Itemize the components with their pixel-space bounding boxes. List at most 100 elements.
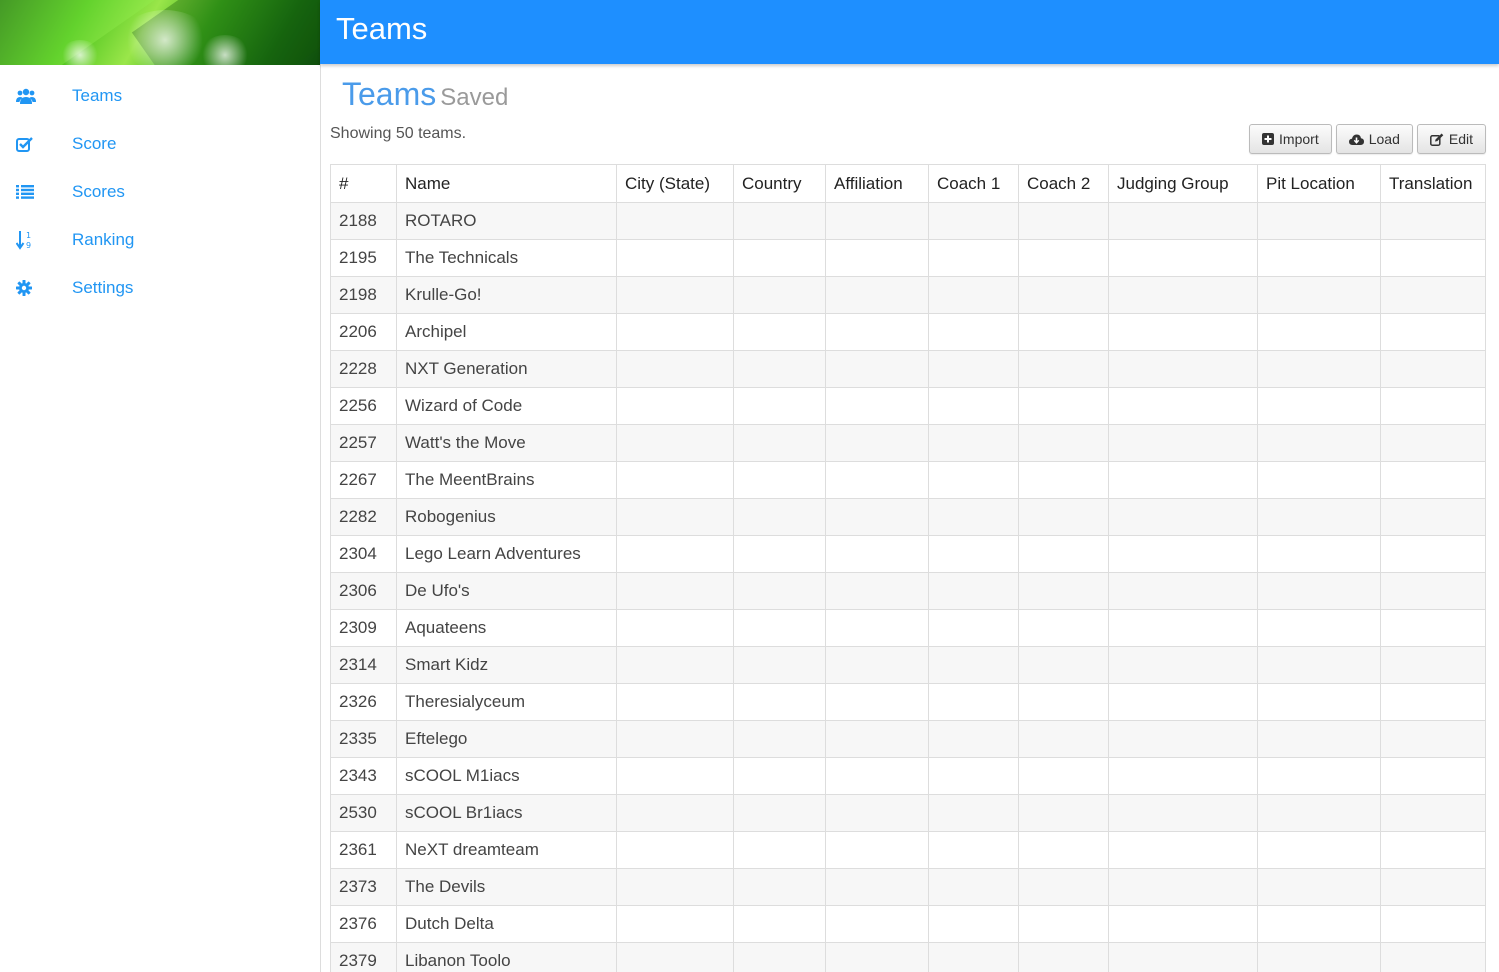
table-row[interactable]: 2206 Archipel bbox=[330, 313, 1486, 351]
table-cell bbox=[1108, 313, 1258, 351]
import-button[interactable]: Import bbox=[1249, 124, 1332, 154]
table-row[interactable]: 2376 Dutch Delta bbox=[330, 905, 1486, 943]
page-heading: Teams Saved bbox=[342, 76, 508, 113]
table-cell bbox=[928, 202, 1019, 240]
table-row[interactable]: 2335 Eftelego bbox=[330, 720, 1486, 758]
team-number-cell: 2314 bbox=[330, 646, 397, 684]
table-cell bbox=[1380, 461, 1486, 499]
table-cell bbox=[1018, 757, 1109, 795]
table-cell bbox=[928, 239, 1019, 277]
table-cell bbox=[1257, 535, 1381, 573]
column-header-pit-location: Pit Location bbox=[1257, 164, 1381, 203]
table-cell bbox=[1018, 387, 1109, 425]
team-number-cell: 2198 bbox=[330, 276, 397, 314]
table-cell bbox=[1380, 683, 1486, 721]
table-row[interactable]: 2188 ROTARO bbox=[330, 202, 1486, 240]
sidebar-item-teams[interactable]: Teams bbox=[0, 72, 320, 120]
table-cell bbox=[733, 535, 826, 573]
sidebar-item-scores[interactable]: Scores bbox=[0, 168, 320, 216]
table-row[interactable]: 2257 Watt's the Move bbox=[330, 424, 1486, 462]
table-cell bbox=[1108, 609, 1258, 647]
table-cell bbox=[1018, 942, 1109, 972]
column-header-judging-group: Judging Group bbox=[1108, 164, 1258, 203]
table-row[interactable]: 2195 The Technicals bbox=[330, 239, 1486, 277]
table-cell bbox=[1018, 350, 1109, 388]
table-cell bbox=[1257, 942, 1381, 972]
table-row[interactable]: 2361 NeXT dreamteam bbox=[330, 831, 1486, 869]
table-cell bbox=[733, 905, 826, 943]
column-header-translation: Translation bbox=[1380, 164, 1486, 203]
table-cell bbox=[733, 498, 826, 536]
table-cell bbox=[616, 461, 734, 499]
table-cell bbox=[928, 646, 1019, 684]
table-cell bbox=[1380, 831, 1486, 869]
table-cell bbox=[1018, 239, 1109, 277]
team-number-cell: 2195 bbox=[330, 239, 397, 277]
sidebar-item-settings[interactable]: Settings bbox=[0, 264, 320, 312]
logo bbox=[0, 0, 320, 65]
table-row[interactable]: 2282 Robogenius bbox=[330, 498, 1486, 536]
team-number-cell: 2256 bbox=[330, 387, 397, 425]
table-cell bbox=[825, 424, 929, 462]
table-cell bbox=[1018, 572, 1109, 610]
gear-icon bbox=[0, 280, 72, 296]
table-cell bbox=[1257, 609, 1381, 647]
table-row[interactable]: 2530 sCOOL Br1iacs bbox=[330, 794, 1486, 832]
table-cell bbox=[928, 942, 1019, 972]
table-cell bbox=[1018, 424, 1109, 462]
table-row[interactable]: 2326 Theresialyceum bbox=[330, 683, 1486, 721]
table-cell bbox=[928, 794, 1019, 832]
table-row[interactable]: 2379 Libanon Toolo bbox=[330, 942, 1486, 972]
page-subtitle: Saved bbox=[440, 84, 509, 111]
table-row[interactable]: 2314 Smart Kidz bbox=[330, 646, 1486, 684]
table-cell bbox=[1108, 942, 1258, 972]
team-number-cell: 2309 bbox=[330, 609, 397, 647]
table-cell bbox=[1108, 239, 1258, 277]
table-cell bbox=[1257, 202, 1381, 240]
team-number-cell: 2376 bbox=[330, 905, 397, 943]
table-cell bbox=[733, 609, 826, 647]
table-row[interactable]: 2373 The Devils bbox=[330, 868, 1486, 906]
table-cell bbox=[1380, 609, 1486, 647]
table-row[interactable]: 2198 Krulle-Go! bbox=[330, 276, 1486, 314]
table-cell bbox=[1108, 757, 1258, 795]
column-header-coach2: Coach 2 bbox=[1018, 164, 1109, 203]
team-name-cell: Watt's the Move bbox=[396, 424, 617, 462]
table-row[interactable]: 2228 NXT Generation bbox=[330, 350, 1486, 388]
sidebar-item-score[interactable]: Score bbox=[0, 120, 320, 168]
table-row[interactable]: 2256 Wizard of Code bbox=[330, 387, 1486, 425]
table-cell bbox=[733, 794, 826, 832]
table-row[interactable]: 2304 Lego Learn Adventures bbox=[330, 535, 1486, 573]
table-cell bbox=[733, 572, 826, 610]
sidebar-item-ranking[interactable]: 19 Ranking bbox=[0, 216, 320, 264]
table-cell bbox=[733, 831, 826, 869]
table-cell bbox=[928, 572, 1019, 610]
team-number-cell: 2304 bbox=[330, 535, 397, 573]
teams-table: # Name City (State) Country Affiliation … bbox=[330, 164, 1486, 972]
sidebar-nav: Teams Score Scores 19 Ranking Settings bbox=[0, 72, 320, 312]
table-cell bbox=[1257, 868, 1381, 906]
column-header-country: Country bbox=[733, 164, 826, 203]
table-cell bbox=[1018, 868, 1109, 906]
table-cell bbox=[928, 757, 1019, 795]
team-name-cell: sCOOL Br1iacs bbox=[396, 794, 617, 832]
table-cell bbox=[928, 868, 1019, 906]
table-cell bbox=[1380, 498, 1486, 536]
team-name-cell: Robogenius bbox=[396, 498, 617, 536]
table-row[interactable]: 2343 sCOOL M1iacs bbox=[330, 757, 1486, 795]
list-icon bbox=[0, 185, 72, 199]
table-cell bbox=[1108, 868, 1258, 906]
edit-button[interactable]: Edit bbox=[1416, 124, 1486, 154]
sidebar-item-label: Scores bbox=[72, 182, 125, 201]
table-cell bbox=[1018, 683, 1109, 721]
load-button[interactable]: Load bbox=[1335, 124, 1413, 154]
table-row[interactable]: 2309 Aquateens bbox=[330, 609, 1486, 647]
team-count-text: Showing 50 teams. bbox=[330, 125, 467, 142]
table-cell bbox=[928, 905, 1019, 943]
team-number-cell: 2326 bbox=[330, 683, 397, 721]
svg-text:1: 1 bbox=[26, 231, 31, 240]
table-row[interactable]: 2306 De Ufo's bbox=[330, 572, 1486, 610]
table-row[interactable]: 2267 The MeentBrains bbox=[330, 461, 1486, 499]
check-square-icon bbox=[0, 136, 72, 152]
table-cell bbox=[616, 720, 734, 758]
